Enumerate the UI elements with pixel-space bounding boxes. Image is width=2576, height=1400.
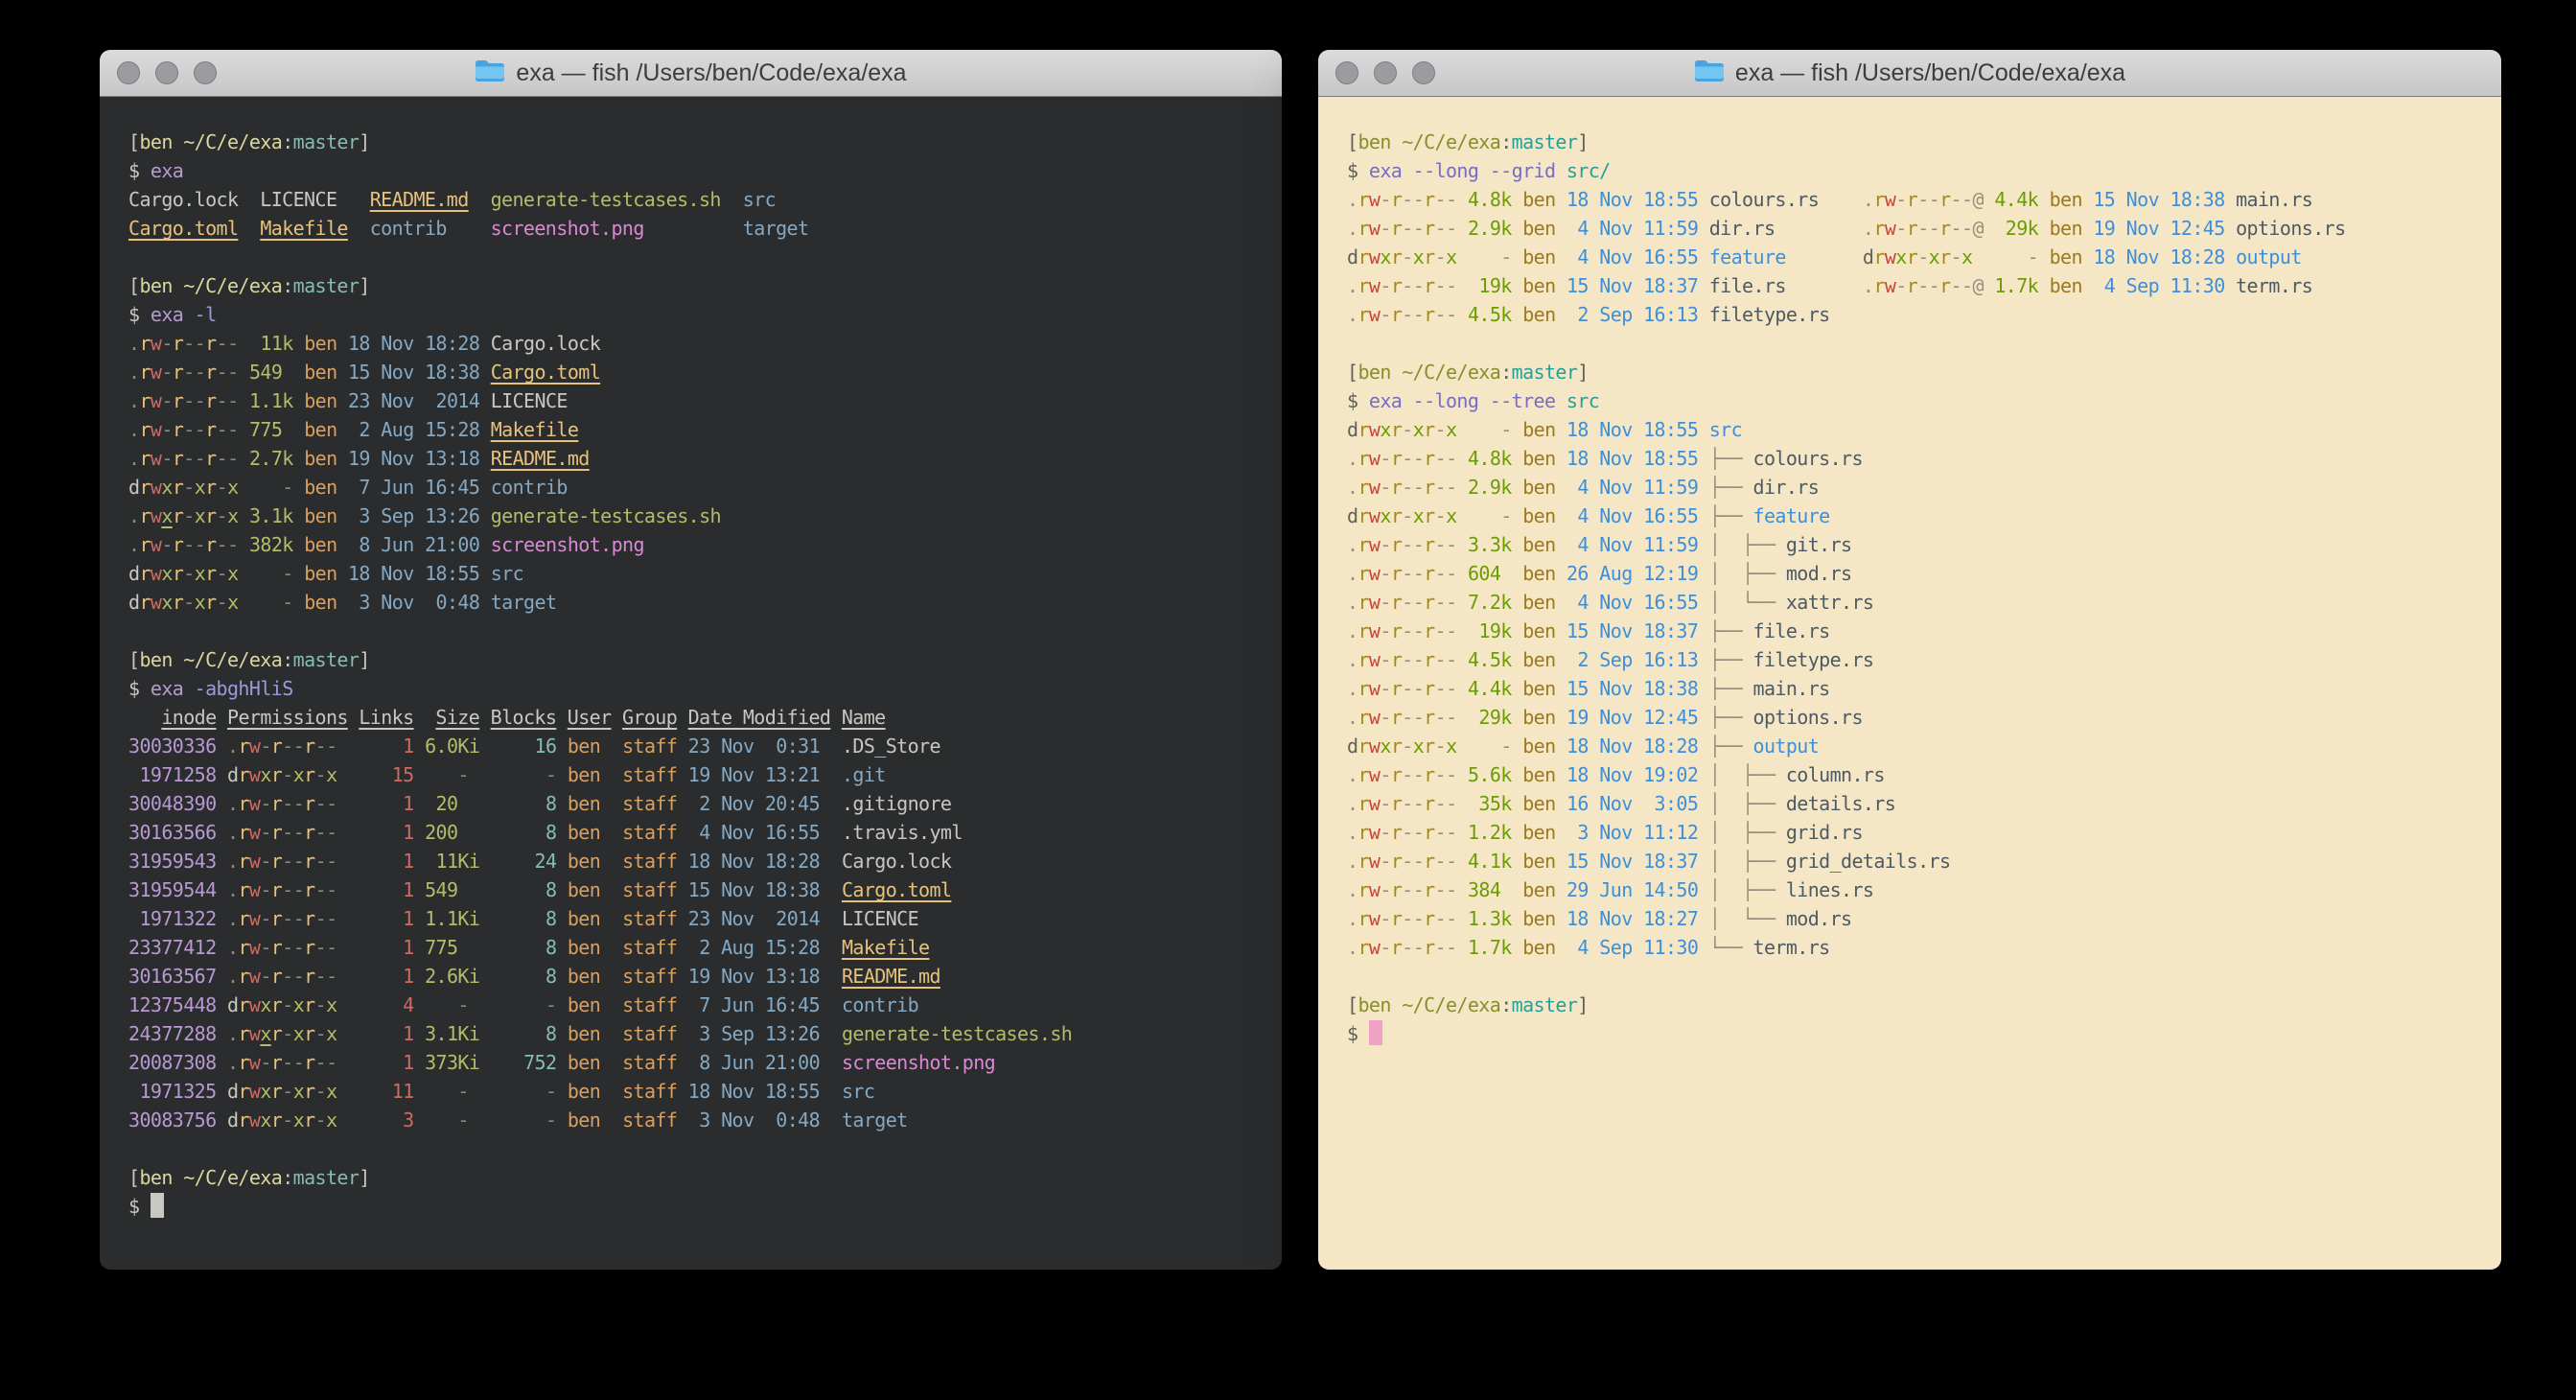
terminal-line: drwxr-xr-x - ben 18 Nov 18:55 src <box>128 559 1253 588</box>
terminal-line: .rw-r--r-- 11k ben 18 Nov 18:28 Cargo.lo… <box>128 329 1253 358</box>
terminal-line: [ben ~/C/e/exa:master] <box>1347 128 2472 156</box>
terminal-line: $ exa --long --grid src/ <box>1347 156 2472 185</box>
terminal-line <box>1347 962 2472 991</box>
terminal-line: .rw-r--r-- 549 ben 15 Nov 18:38 Cargo.to… <box>128 358 1253 386</box>
terminal-line: 31959544 .rw-r--r-- 1 549 8 ben staff 15… <box>128 875 1253 904</box>
left-titlebar[interactable]: exa — fish /Users/ben/Code/exa/exa <box>100 50 1282 97</box>
terminal-line: [ben ~/C/e/exa:master] <box>128 271 1253 300</box>
terminal-line: .rw-r--r-- 1.2k ben 3 Nov 11:12 │ ├── gr… <box>1347 818 2472 847</box>
terminal-line: 1971325 drwxr-xr-x 11 - - ben staff 18 N… <box>128 1077 1253 1106</box>
cursor <box>1369 1020 1382 1045</box>
left-terminal-output[interactable]: [ben ~/C/e/exa:master]$ exaCargo.lock LI… <box>100 97 1282 1270</box>
minimize-button[interactable] <box>155 61 178 84</box>
zoom-button[interactable] <box>194 61 217 84</box>
terminal-line: .rw-r--r-- 382k ben 8 Jun 21:00 screensh… <box>128 530 1253 559</box>
terminal-line: .rw-r--r-- 4.5k ben 2 Sep 16:13 ├── file… <box>1347 645 2472 674</box>
terminal-line: 31959543 .rw-r--r-- 1 11Ki 24 ben staff … <box>128 847 1253 875</box>
terminal-line: 30030336 .rw-r--r-- 1 6.0Ki 16 ben staff… <box>128 732 1253 760</box>
terminal-line: drwxr-xr-x - ben 4 Nov 16:55 feature drw… <box>1347 243 2472 271</box>
terminal-line: .rw-r--r-- 384 ben 29 Jun 14:50 │ ├── li… <box>1347 875 2472 904</box>
terminal-line: .rw-r--r-- 4.8k ben 18 Nov 18:55 colours… <box>1347 185 2472 214</box>
terminal-line: [ben ~/C/e/exa:master] <box>128 1163 1253 1192</box>
right-terminal-output[interactable]: [ben ~/C/e/exa:master]$ exa --long --gri… <box>1318 97 2501 1270</box>
terminal-line: $ <box>1347 1019 2472 1048</box>
terminal-line: .rw-r--r-- 2.9k ben 4 Nov 11:59 ├── dir.… <box>1347 473 2472 502</box>
terminal-line: .rw-r--r-- 19k ben 15 Nov 18:37 ├── file… <box>1347 617 2472 645</box>
terminal-line: .rw-r--r-- 19k ben 15 Nov 18:37 file.rs … <box>1347 271 2472 300</box>
terminal-line: .rw-r--r-- 775 ben 2 Aug 15:28 Makefile <box>128 415 1253 444</box>
terminal-line <box>128 243 1253 271</box>
terminal-line: 30163566 .rw-r--r-- 1 200 8 ben staff 4 … <box>128 818 1253 847</box>
terminal-line: inode Permissions Links Size Blocks User… <box>128 703 1253 732</box>
terminal-line: $ exa -l <box>128 300 1253 329</box>
window-title: exa — fish /Users/ben/Code/exa/exa <box>1735 59 2125 87</box>
terminal-line: .rw-r--r-- 29k ben 19 Nov 12:45 ├── opti… <box>1347 703 2472 732</box>
terminal-line: .rw-r--r-- 1.7k ben 4 Sep 11:30 └── term… <box>1347 933 2472 962</box>
terminal-line: 24377288 .rwxr-xr-x 1 3.1Ki 8 ben staff … <box>128 1019 1253 1048</box>
terminal-line: [ben ~/C/e/exa:master] <box>1347 991 2472 1019</box>
terminal-line: .rw-r--r-- 2.7k ben 19 Nov 13:18 README.… <box>128 444 1253 473</box>
terminal-line: 1971322 .rw-r--r-- 1 1.1Ki 8 ben staff 2… <box>128 904 1253 933</box>
terminal-line: .rwxr-xr-x 3.1k ben 3 Sep 13:26 generate… <box>128 502 1253 530</box>
terminal-line: 30083756 drwxr-xr-x 3 - - ben staff 3 No… <box>128 1106 1253 1134</box>
close-button[interactable] <box>1335 61 1358 84</box>
terminal-line: $ <box>128 1192 1253 1221</box>
terminal-line: 1971258 drwxr-xr-x 15 - - ben staff 19 N… <box>128 760 1253 789</box>
right-terminal-window: exa — fish /Users/ben/Code/exa/exa [ben … <box>1318 50 2501 1270</box>
terminal-line: .rw-r--r-- 7.2k ben 4 Nov 16:55 │ └── xa… <box>1347 588 2472 617</box>
terminal-line: 30163567 .rw-r--r-- 1 2.6Ki 8 ben staff … <box>128 962 1253 991</box>
terminal-line: Cargo.toml Makefile contrib screenshot.p… <box>128 214 1253 243</box>
terminal-line: .rw-r--r-- 3.3k ben 4 Nov 11:59 │ ├── gi… <box>1347 530 2472 559</box>
traffic-lights <box>117 50 217 96</box>
terminal-line: .rw-r--r-- 2.9k ben 4 Nov 11:59 dir.rs .… <box>1347 214 2472 243</box>
terminal-line <box>128 617 1253 645</box>
terminal-line: .rw-r--r-- 35k ben 16 Nov 3:05 │ ├── det… <box>1347 789 2472 818</box>
terminal-line: [ben ~/C/e/exa:master] <box>128 645 1253 674</box>
minimize-button[interactable] <box>1374 61 1397 84</box>
terminal-line: drwxr-xr-x - ben 7 Jun 16:45 contrib <box>128 473 1253 502</box>
terminal-line: drwxr-xr-x - ben 18 Nov 18:55 src <box>1347 415 2472 444</box>
terminal-line: drwxr-xr-x - ben 4 Nov 16:55 ├── feature <box>1347 502 2472 530</box>
terminal-line: [ben ~/C/e/exa:master] <box>128 128 1253 156</box>
terminal-line: 20087308 .rw-r--r-- 1 373Ki 752 ben staf… <box>128 1048 1253 1077</box>
terminal-line: 23377412 .rw-r--r-- 1 775 8 ben staff 2 … <box>128 933 1253 962</box>
terminal-line: .rw-r--r-- 4.4k ben 15 Nov 18:38 ├── mai… <box>1347 674 2472 703</box>
terminal-line: .rw-r--r-- 5.6k ben 18 Nov 19:02 │ ├── c… <box>1347 760 2472 789</box>
title-group: exa — fish /Users/ben/Code/exa/exa <box>475 58 906 87</box>
terminal-line: drwxr-xr-x - ben 18 Nov 18:28 ├── output <box>1347 732 2472 760</box>
zoom-button[interactable] <box>1412 61 1435 84</box>
terminal-line: .rw-r--r-- 604 ben 26 Aug 12:19 │ ├── mo… <box>1347 559 2472 588</box>
terminal-line: $ exa --long --tree src <box>1347 386 2472 415</box>
terminal-line: .rw-r--r-- 1.1k ben 23 Nov 2014 LICENCE <box>128 386 1253 415</box>
terminal-line: 30048390 .rw-r--r-- 1 20 8 ben staff 2 N… <box>128 789 1253 818</box>
terminal-line: $ exa <box>128 156 1253 185</box>
title-group: exa — fish /Users/ben/Code/exa/exa <box>1694 58 2125 87</box>
traffic-lights <box>1335 50 1435 96</box>
right-titlebar[interactable]: exa — fish /Users/ben/Code/exa/exa <box>1318 50 2501 97</box>
terminal-line: .rw-r--r-- 4.5k ben 2 Sep 16:13 filetype… <box>1347 300 2472 329</box>
folder-icon <box>1694 58 1725 87</box>
terminal-line <box>1347 329 2472 358</box>
terminal-line: drwxr-xr-x - ben 3 Nov 0:48 target <box>128 588 1253 617</box>
terminal-line: [ben ~/C/e/exa:master] <box>1347 358 2472 386</box>
window-title: exa — fish /Users/ben/Code/exa/exa <box>516 59 906 87</box>
close-button[interactable] <box>117 61 140 84</box>
left-terminal-window: exa — fish /Users/ben/Code/exa/exa [ben … <box>100 50 1282 1270</box>
terminal-line: .rw-r--r-- 4.1k ben 15 Nov 18:37 │ ├── g… <box>1347 847 2472 875</box>
terminal-line <box>128 1134 1253 1163</box>
terminal-line: $ exa -abghHliS <box>128 674 1253 703</box>
folder-icon <box>475 58 505 87</box>
terminal-line: .rw-r--r-- 1.3k ben 18 Nov 18:27 │ └── m… <box>1347 904 2472 933</box>
terminal-line: 12375448 drwxr-xr-x 4 - - ben staff 7 Ju… <box>128 991 1253 1019</box>
terminal-line: Cargo.lock LICENCE README.md generate-te… <box>128 185 1253 214</box>
terminal-line: .rw-r--r-- 4.8k ben 18 Nov 18:55 ├── col… <box>1347 444 2472 473</box>
cursor <box>151 1193 164 1218</box>
